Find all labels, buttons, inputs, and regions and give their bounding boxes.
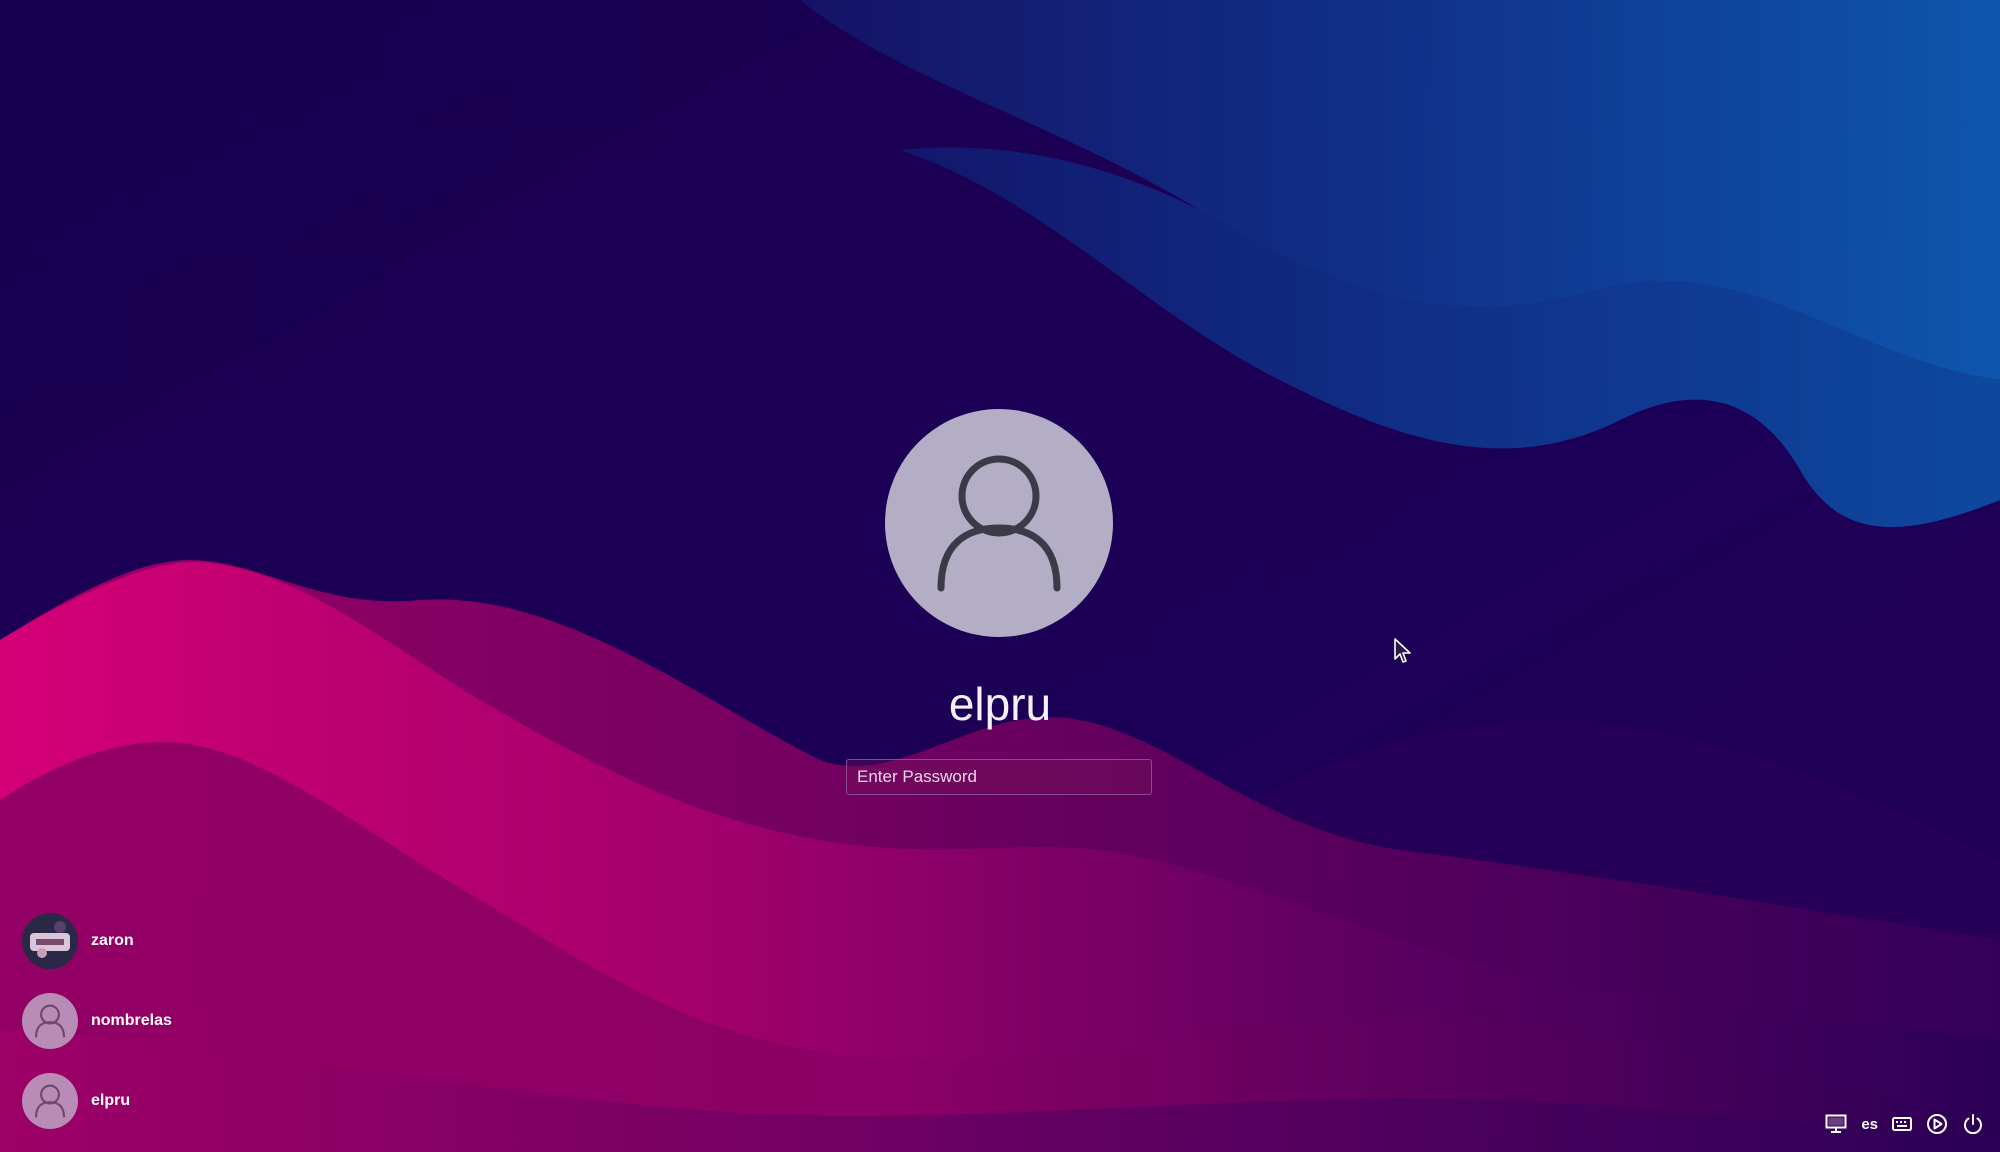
user-name: elpru: [91, 1092, 131, 1109]
avatar: [22, 993, 78, 1049]
login-avatar: [885, 409, 1113, 637]
language-button[interactable]: es: [1861, 1111, 1878, 1137]
photo-avatar: [22, 913, 78, 969]
power-icon: [1964, 1114, 1982, 1135]
mouse-cursor-icon: [1394, 638, 1411, 663]
keyboard-button[interactable]: [1892, 1111, 1912, 1137]
user-icon: [937, 455, 1061, 592]
avatar: [22, 913, 78, 969]
login-screen: elpru zaron nombrelas elpru es: [0, 0, 2000, 1152]
play-circle-icon: [1927, 1114, 1947, 1134]
user-icon: [35, 1084, 65, 1118]
user-icon: [35, 1004, 65, 1038]
user-item-nombrelas[interactable]: nombrelas: [22, 992, 172, 1050]
monitor-icon: [1825, 1114, 1847, 1133]
user-name: nombrelas: [91, 1012, 172, 1029]
system-tray: es: [1825, 1111, 1984, 1137]
password-input[interactable]: [846, 759, 1152, 795]
display-button[interactable]: [1825, 1111, 1847, 1137]
user-item-zaron[interactable]: zaron: [22, 912, 134, 970]
language-label: es: [1861, 1115, 1878, 1133]
keyboard-icon: [1892, 1117, 1912, 1131]
user-name: zaron: [91, 932, 134, 949]
login-username: elpru: [948, 678, 1052, 730]
avatar: [22, 1073, 78, 1129]
user-item-elpru[interactable]: elpru: [22, 1072, 130, 1130]
power-button[interactable]: [1962, 1111, 1984, 1137]
session-button[interactable]: [1926, 1111, 1948, 1137]
